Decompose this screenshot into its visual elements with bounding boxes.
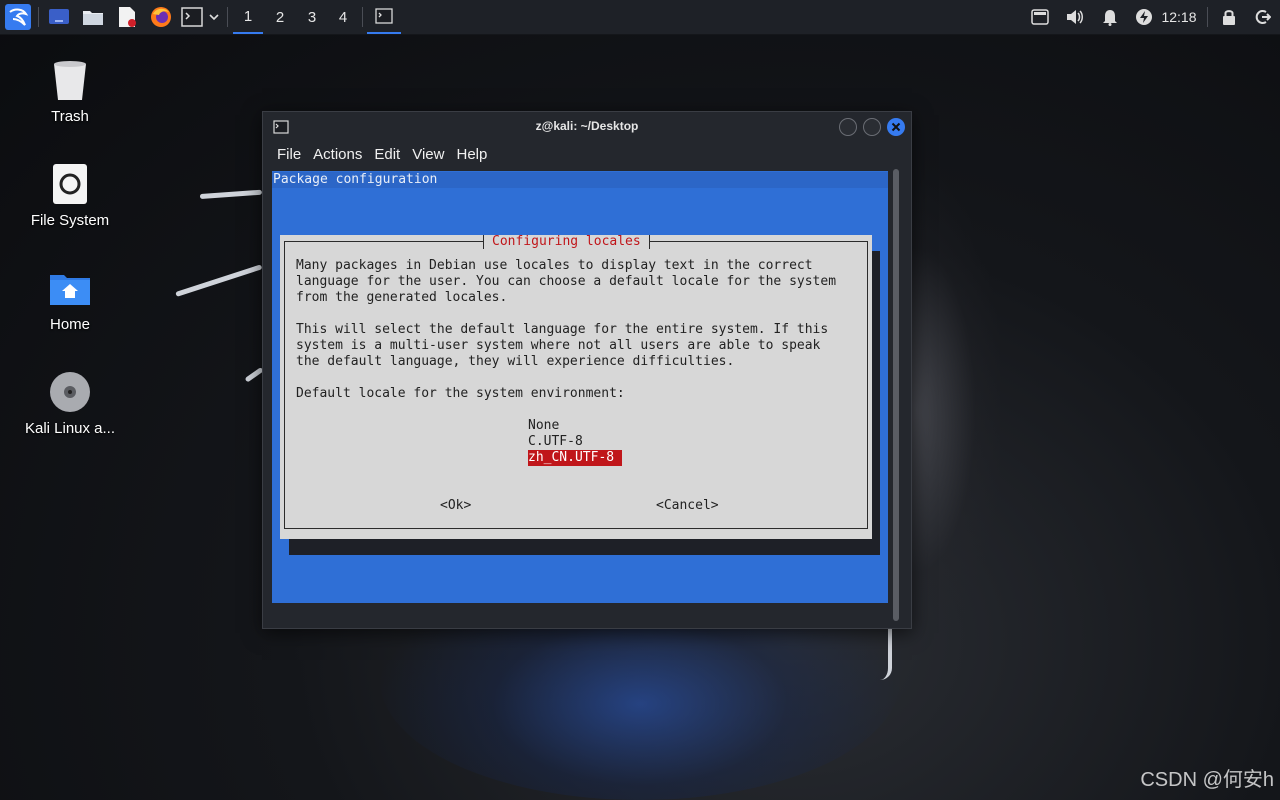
- terminal-launcher[interactable]: [178, 0, 206, 34]
- launcher-dropdown[interactable]: [206, 0, 222, 34]
- wallpaper-line: [175, 264, 263, 297]
- dialog-text-line: from the generated locales.: [296, 290, 508, 305]
- wallpaper-line: [880, 620, 892, 680]
- show-desktop-button[interactable]: [45, 0, 73, 34]
- notifications-button[interactable]: [1096, 0, 1124, 34]
- terminal-window: z@kali: ~/Desktop File Actions Edit View…: [262, 111, 912, 629]
- file-manager-launcher[interactable]: [79, 0, 107, 34]
- wallpaper-line: [244, 366, 264, 383]
- workspace-2[interactable]: 2: [265, 0, 295, 34]
- minimize-button[interactable]: [839, 118, 857, 136]
- locale-option-none[interactable]: None: [528, 418, 559, 434]
- menu-edit[interactable]: Edit: [368, 144, 406, 166]
- locale-option-zh-cn-utf8[interactable]: zh_CN.UTF-8: [528, 450, 623, 466]
- ok-button[interactable]: <Ok>: [440, 498, 471, 514]
- kali-dragon-icon: [5, 4, 31, 30]
- cancel-button[interactable]: <Cancel>: [656, 498, 719, 514]
- close-icon: [891, 122, 901, 132]
- taskbar-terminal-window[interactable]: [367, 0, 401, 34]
- window-title: z@kali: ~/Desktop: [535, 119, 639, 133]
- dialog-prompt: Default locale for the system environmen…: [296, 386, 625, 401]
- terminal-content[interactable]: Package configuration Configuring locale…: [272, 171, 888, 603]
- power-manager-button[interactable]: [1130, 0, 1158, 34]
- screen-icon: [1031, 9, 1049, 25]
- clock[interactable]: 12:18: [1158, 0, 1200, 34]
- workspace-3[interactable]: 3: [297, 0, 327, 34]
- workspace-1[interactable]: 1: [233, 0, 263, 34]
- locales-dialog: Configuring locales Many packages in Deb…: [280, 235, 872, 539]
- menu-view[interactable]: View: [406, 144, 450, 166]
- disc-icon: [50, 372, 90, 412]
- terminal-icon: [181, 7, 203, 27]
- lock-icon: [1223, 10, 1235, 25]
- notification-area-button[interactable]: [1026, 0, 1054, 34]
- desktop-icon-home[interactable]: Home: [15, 266, 125, 333]
- trash-icon: [54, 61, 86, 100]
- watermark: CSDN @何安h: [1140, 769, 1274, 791]
- dialog-text-line: Many packages in Debian use locales to d…: [296, 258, 813, 273]
- terminal-icon: [375, 8, 393, 24]
- kali-menu-button[interactable]: [3, 0, 33, 34]
- desktop-icon-label: Kali Linux a...: [24, 420, 116, 437]
- chevron-down-icon: [209, 14, 219, 21]
- dialog-text-line: This will select the default language fo…: [296, 322, 829, 337]
- lock-screen-button[interactable]: [1215, 0, 1243, 34]
- menu-actions[interactable]: Actions: [307, 144, 368, 166]
- dialog-text-line: the default language, they will experien…: [296, 354, 735, 369]
- locale-option-c-utf8[interactable]: C.UTF-8: [528, 434, 583, 450]
- desktop-icon-label: Home: [49, 316, 90, 333]
- bell-icon: [1103, 10, 1117, 26]
- desktop-icon-trash[interactable]: Trash: [15, 58, 125, 125]
- menu-bar: File Actions Edit View Help: [271, 144, 493, 166]
- close-button[interactable]: [887, 118, 905, 136]
- workspace-4[interactable]: 4: [328, 0, 358, 34]
- dialog-text-line: system is a multi-user system where not …: [296, 338, 821, 353]
- package-configuration-header: Package configuration: [272, 172, 888, 188]
- logout-icon: [1255, 10, 1271, 24]
- desktop-icon: [49, 9, 69, 24]
- home-folder-icon: [50, 275, 90, 305]
- firefox-icon: [151, 7, 171, 27]
- text-editor-launcher[interactable]: [113, 0, 141, 34]
- desktop-icon-label: File System: [30, 212, 110, 229]
- dialog-text-line: language for the user. You can choose a …: [296, 274, 837, 289]
- text-editor-icon: [119, 7, 136, 27]
- desktop-icon-file-system[interactable]: File System: [15, 162, 125, 229]
- folder-icon: [83, 11, 103, 25]
- dialog-title: Configuring locales: [483, 235, 650, 249]
- volume-button[interactable]: [1061, 0, 1089, 34]
- volume-icon: [1067, 10, 1083, 24]
- menu-file[interactable]: File: [271, 144, 307, 166]
- wallpaper-line: [199, 189, 263, 199]
- desktop-icon-kali-linux-disc[interactable]: Kali Linux a...: [15, 370, 125, 437]
- lightning-icon: [1136, 9, 1152, 25]
- top-panel: 1 2 3 4 12:18: [0, 0, 1280, 35]
- desktop-icon-label: Trash: [51, 108, 89, 125]
- menu-help[interactable]: Help: [450, 144, 493, 166]
- firefox-launcher[interactable]: [147, 0, 175, 34]
- maximize-button[interactable]: [863, 118, 881, 136]
- logout-button[interactable]: [1249, 0, 1277, 34]
- window-titlebar[interactable]: z@kali: ~/Desktop: [263, 112, 911, 142]
- terminal-scrollbar[interactable]: [893, 169, 899, 621]
- drive-icon: [53, 164, 87, 204]
